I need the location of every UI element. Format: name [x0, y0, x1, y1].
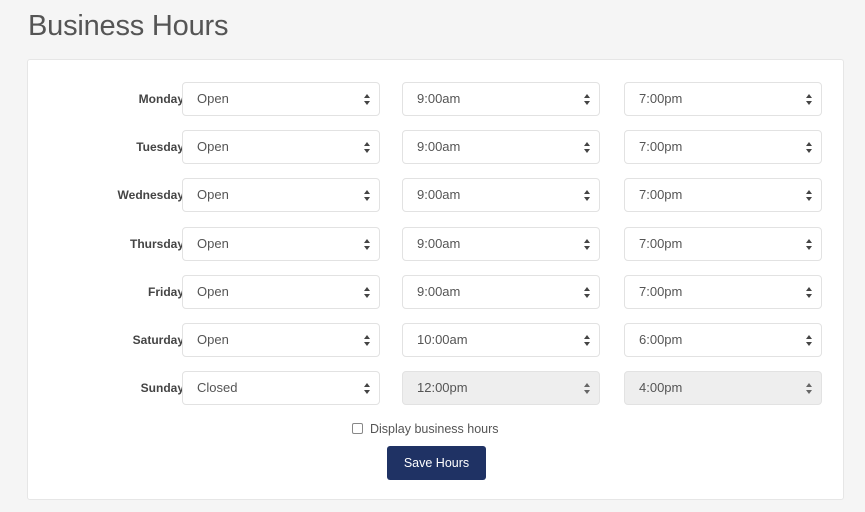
- select-value: 12:00pm: [417, 380, 468, 395]
- close-time-select-tuesday[interactable]: 7:00pm: [624, 130, 822, 164]
- sort-arrows-icon: [364, 287, 370, 298]
- status-select-tuesday[interactable]: Open: [182, 130, 380, 164]
- select-value: 9:00am: [417, 139, 461, 154]
- sort-arrows-icon: [584, 190, 590, 201]
- select-value: 10:00am: [417, 332, 468, 347]
- open-time-select-friday[interactable]: 9:00am: [402, 275, 600, 309]
- day-label: Tuesday:: [136, 140, 188, 154]
- close-time-select-sunday: 4:00pm: [624, 371, 822, 405]
- sort-arrows-icon: [364, 94, 370, 105]
- close-time-select-saturday[interactable]: 6:00pm: [624, 323, 822, 357]
- status-select-wednesday[interactable]: Open: [182, 178, 380, 212]
- day-row-tuesday: Tuesday: Open 9:00am 7:00pm: [28, 130, 843, 164]
- select-value: Open: [197, 187, 229, 202]
- close-time-select-wednesday[interactable]: 7:00pm: [624, 178, 822, 212]
- select-value: Open: [197, 236, 229, 251]
- sort-arrows-icon: [584, 383, 590, 394]
- day-label: Monday:: [138, 92, 188, 106]
- sort-arrows-icon: [806, 239, 812, 250]
- status-select-thursday[interactable]: Open: [182, 227, 380, 261]
- display-business-hours-toggle[interactable]: Display business hours: [352, 421, 499, 437]
- sort-arrows-icon: [584, 239, 590, 250]
- select-value: 4:00pm: [639, 380, 683, 395]
- open-time-select-saturday[interactable]: 10:00am: [402, 323, 600, 357]
- sort-arrows-icon: [806, 190, 812, 201]
- page-title: Business Hours: [28, 10, 229, 42]
- close-time-select-friday[interactable]: 7:00pm: [624, 275, 822, 309]
- sort-arrows-icon: [806, 94, 812, 105]
- day-label: Wednesday:: [117, 188, 188, 202]
- select-value: Open: [197, 284, 229, 299]
- select-value: Closed: [197, 380, 238, 395]
- select-value: 9:00am: [417, 187, 461, 202]
- select-value: 6:00pm: [639, 332, 683, 347]
- sort-arrows-icon: [584, 335, 590, 346]
- status-select-friday[interactable]: Open: [182, 275, 380, 309]
- sort-arrows-icon: [364, 383, 370, 394]
- select-value: 7:00pm: [639, 284, 683, 299]
- open-time-select-sunday: 12:00pm: [402, 371, 600, 405]
- day-label: Saturday:: [132, 333, 188, 347]
- day-row-thursday: Thursday: Open 9:00am 7:00pm: [28, 227, 843, 261]
- select-value: Open: [197, 91, 229, 106]
- select-value: 9:00am: [417, 236, 461, 251]
- sort-arrows-icon: [806, 142, 812, 153]
- close-time-select-monday[interactable]: 7:00pm: [624, 82, 822, 116]
- open-time-select-wednesday[interactable]: 9:00am: [402, 178, 600, 212]
- checkbox-icon[interactable]: [352, 423, 363, 434]
- open-time-select-monday[interactable]: 9:00am: [402, 82, 600, 116]
- select-value: 7:00pm: [639, 187, 683, 202]
- sort-arrows-icon: [584, 287, 590, 298]
- save-hours-button[interactable]: Save Hours: [387, 446, 486, 480]
- status-select-sunday[interactable]: Closed: [182, 371, 380, 405]
- open-time-select-thursday[interactable]: 9:00am: [402, 227, 600, 261]
- status-select-monday[interactable]: Open: [182, 82, 380, 116]
- select-value: 7:00pm: [639, 91, 683, 106]
- select-value: Open: [197, 332, 229, 347]
- sort-arrows-icon: [364, 190, 370, 201]
- day-row-wednesday: Wednesday: Open 9:00am 7:00pm: [28, 178, 843, 212]
- day-row-saturday: Saturday: Open 10:00am 6:00pm: [28, 323, 843, 357]
- sort-arrows-icon: [806, 287, 812, 298]
- select-value: Open: [197, 139, 229, 154]
- select-value: 7:00pm: [639, 139, 683, 154]
- sort-arrows-icon: [806, 335, 812, 346]
- close-time-select-thursday[interactable]: 7:00pm: [624, 227, 822, 261]
- sort-arrows-icon: [364, 239, 370, 250]
- sort-arrows-icon: [364, 142, 370, 153]
- status-select-saturday[interactable]: Open: [182, 323, 380, 357]
- select-value: 9:00am: [417, 284, 461, 299]
- day-row-friday: Friday: Open 9:00am 7:00pm: [28, 275, 843, 309]
- day-row-monday: Monday: Open 9:00am 7:00pm: [28, 82, 843, 116]
- sort-arrows-icon: [584, 142, 590, 153]
- sort-arrows-icon: [364, 335, 370, 346]
- display-business-hours-label: Display business hours: [370, 422, 499, 436]
- day-label: Friday:: [147, 285, 188, 299]
- select-value: 9:00am: [417, 91, 461, 106]
- day-label: Sunday:: [140, 381, 188, 395]
- open-time-select-tuesday[interactable]: 9:00am: [402, 130, 600, 164]
- select-value: 7:00pm: [639, 236, 683, 251]
- business-hours-card: Monday: Open 9:00am 7:00pm Tuesday: Open…: [27, 59, 844, 500]
- sort-arrows-icon: [584, 94, 590, 105]
- day-row-sunday: Sunday: Closed 12:00pm 4:00pm: [28, 371, 843, 405]
- sort-arrows-icon: [806, 383, 812, 394]
- day-label: Thursday:: [129, 237, 188, 251]
